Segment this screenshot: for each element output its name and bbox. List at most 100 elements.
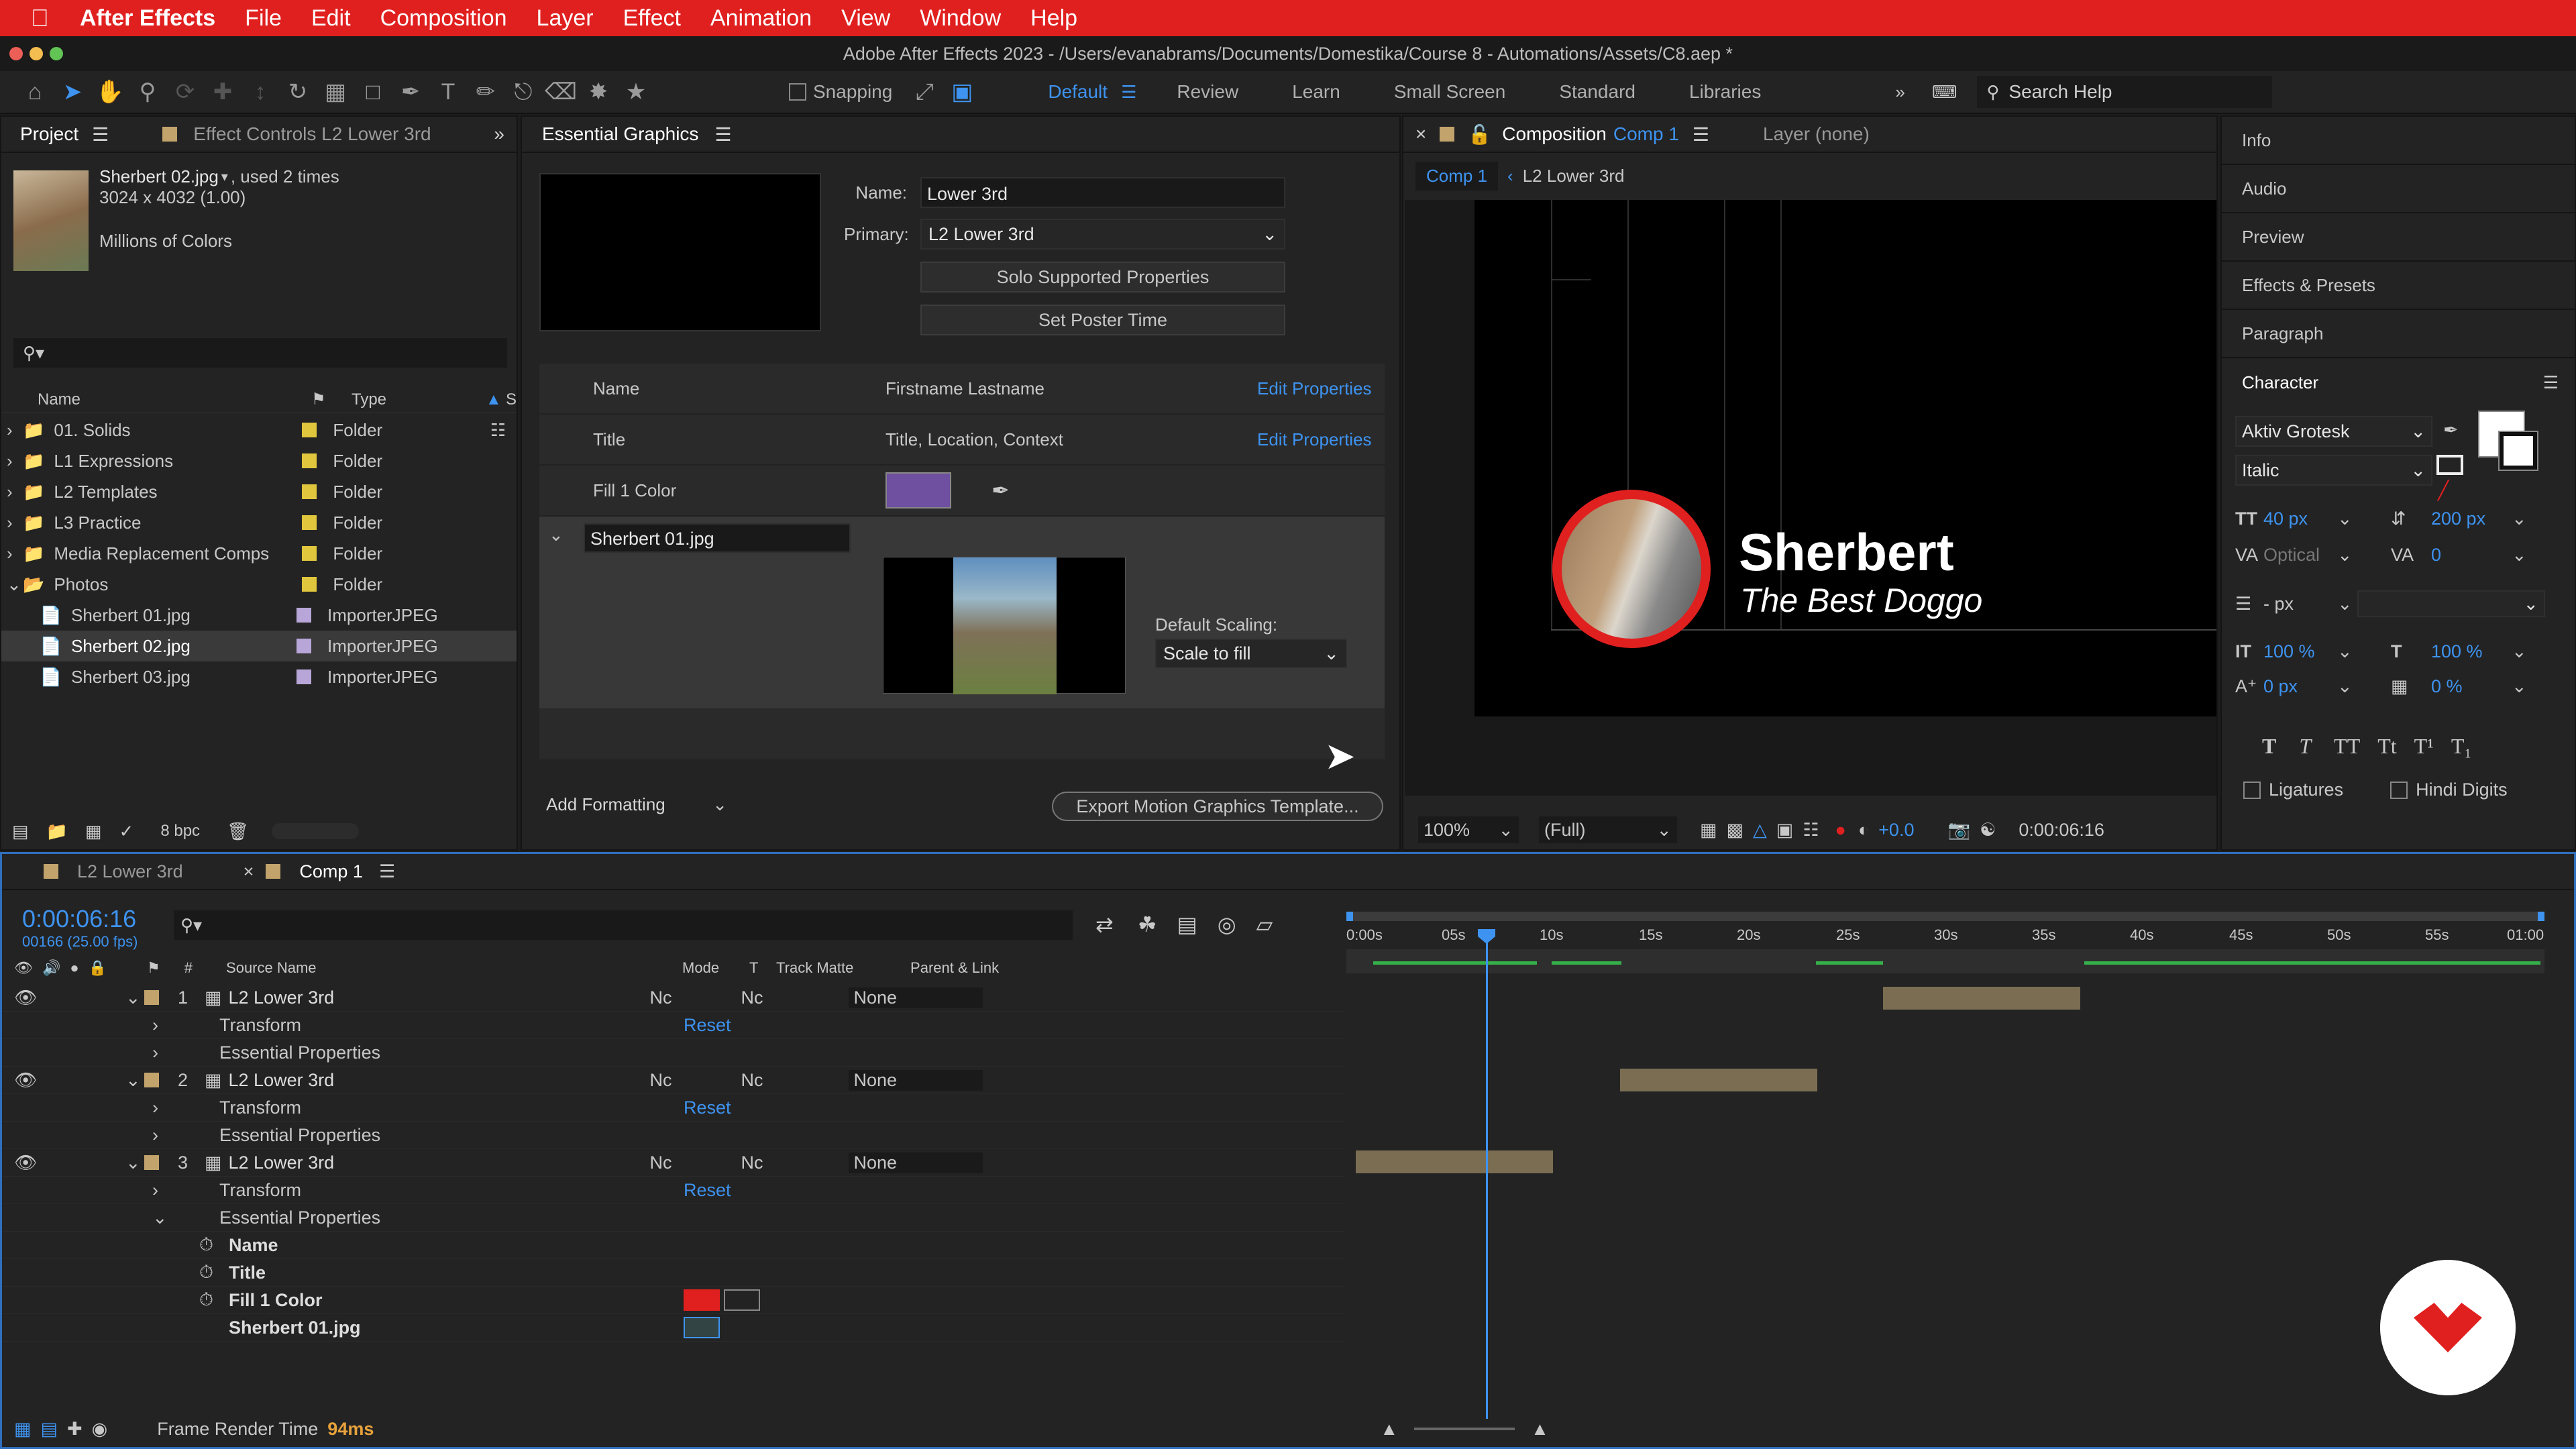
layer-bar[interactable]	[1620, 1069, 1817, 1091]
chevron-down-icon[interactable]: ⌄	[152, 1208, 219, 1228]
app-menu[interactable]: After Effects	[80, 5, 215, 32]
superscript-button[interactable]: T¹	[2414, 734, 2434, 759]
list-item[interactable]: › 📁 L3 Practice Folder	[1, 507, 517, 538]
puppet-tool-icon[interactable]: ★	[617, 78, 655, 105]
stroke-style-select[interactable]: ⌄	[2357, 590, 2545, 617]
horizontal-scale-value[interactable]: 100 %	[2431, 641, 2512, 662]
project-scrollbar[interactable]	[272, 823, 360, 839]
table-row[interactable]: › Essential Properties	[2, 1039, 1344, 1067]
layer-parent-select[interactable]: None	[848, 1152, 983, 1173]
timeline-zoom-slider[interactable]	[1414, 1428, 1515, 1430]
snapping-checkbox[interactable]	[789, 83, 806, 101]
list-item[interactable]: ⌄ 📂 Photos Folder	[1, 569, 517, 600]
info-panel-header[interactable]: Info	[2222, 117, 2575, 165]
tab-project[interactable]: Project	[20, 123, 78, 145]
eyedropper-icon[interactable]	[724, 1289, 760, 1311]
pan-behind-tool-icon[interactable]: ▦	[317, 78, 354, 105]
chevron-right-icon[interactable]: ›	[7, 543, 23, 564]
chevron-down-icon[interactable]: ⌄	[2512, 676, 2527, 697]
composition-tab-name[interactable]: Comp 1	[1613, 123, 1679, 145]
chevron-down-icon[interactable]: ⌄	[2337, 508, 2391, 529]
hand-tool-icon[interactable]: ✋	[91, 78, 129, 105]
transparency-grid-icon[interactable]: ▩	[1727, 820, 1744, 841]
chevron-down-icon[interactable]: ▾	[221, 168, 228, 185]
add-formatting-select[interactable]: Add Formatting ⌄	[539, 789, 734, 820]
adjust-settings-icon[interactable]: ✓	[119, 821, 134, 842]
label-color-swatch[interactable]	[297, 608, 311, 623]
transform-group[interactable]: Transform	[219, 1180, 684, 1201]
tracking-value[interactable]: 0	[2431, 545, 2512, 566]
project-panel-menu-icon[interactable]: ☰	[92, 123, 109, 146]
layer-mode-select[interactable]: Nc	[650, 1152, 741, 1173]
layer-name[interactable]: L2 Lower 3rd	[229, 1152, 650, 1173]
template-name-input[interactable]: Lower 3rd	[920, 177, 1285, 208]
list-item[interactable]: 📄 Sherbert 03.jpg ImporterJPEG	[1, 661, 517, 692]
tab-layer[interactable]: Layer (none)	[1763, 123, 1870, 145]
workspace-review[interactable]: Review	[1177, 81, 1238, 103]
default-scaling-select[interactable]: Scale to fill ⌄	[1155, 639, 1347, 668]
lock-icon[interactable]: 🔓	[1468, 123, 1491, 146]
essential-property-fill-color[interactable]: Fill 1 Color	[229, 1290, 684, 1311]
clone-stamp-tool-icon[interactable]: ⎋	[504, 79, 542, 105]
audio-panel-header[interactable]: Audio	[2222, 165, 2575, 213]
stopwatch-icon[interactable]: ⏱	[199, 1289, 229, 1311]
label-color-swatch[interactable]	[302, 484, 317, 499]
column-name[interactable]: Name	[38, 390, 311, 409]
workspace-learn[interactable]: Learn	[1292, 81, 1340, 103]
breadcrumb-l2-lower-3rd[interactable]: L2 Lower 3rd	[1523, 166, 1625, 186]
layer-bar[interactable]	[1883, 987, 2080, 1010]
show-channel-icon[interactable]: ●	[1835, 820, 1846, 841]
tsume-value[interactable]: 0 %	[2431, 676, 2512, 697]
reset-link[interactable]: Reset	[684, 1015, 731, 1036]
new-composition-icon[interactable]: ▦	[85, 821, 102, 842]
interpret-footage-icon[interactable]: ▤	[12, 821, 29, 842]
transform-group[interactable]: Transform	[219, 1015, 684, 1036]
chevron-right-icon[interactable]: ›	[7, 420, 23, 441]
visibility-eye-icon[interactable]: 👁	[14, 1069, 125, 1091]
essential-properties-group[interactable]: Essential Properties	[219, 1042, 380, 1063]
character-panel-header[interactable]: Character ☰	[2222, 358, 2575, 407]
essential-graphics-menu-icon[interactable]: ☰	[714, 123, 731, 146]
workspace-standard[interactable]: Standard	[1559, 81, 1635, 103]
column-source-name[interactable]: Source Name	[226, 959, 682, 977]
menu-file[interactable]: File	[245, 5, 282, 32]
region-of-interest-icon[interactable]: ▣	[1776, 820, 1794, 841]
media-thumbnail-icon[interactable]	[684, 1317, 720, 1338]
in-out-icon[interactable]: ✚	[67, 1419, 83, 1440]
window-layout-icon[interactable]: ⌨	[1932, 82, 1957, 103]
table-row[interactable]: ⏱ Name	[2, 1232, 1344, 1259]
menu-help[interactable]: Help	[1030, 5, 1077, 32]
layer-bar[interactable]	[1356, 1150, 1553, 1173]
layer-mode-select[interactable]: Nc	[650, 1070, 741, 1091]
table-row[interactable]: Sherbert 01.jpg	[2, 1314, 1344, 1342]
exposure-value[interactable]: +0.0	[1878, 820, 1914, 841]
layer-track-matte-select[interactable]: Nc	[741, 987, 849, 1008]
font-family-select[interactable]: Aktiv Grotesk ⌄	[2235, 416, 2432, 447]
viewer-timecode[interactable]: 0:00:06:16	[2019, 820, 2104, 841]
delete-icon[interactable]: 🗑	[227, 821, 249, 842]
search-help-field[interactable]: ⚲ Search Help	[1977, 76, 2273, 108]
composition-canvas[interactable]: Sherbert The Best Doggo	[1474, 200, 2216, 716]
set-poster-time-button[interactable]: Set Poster Time	[920, 305, 1285, 335]
orbit-tool-icon[interactable]: ⟳	[166, 78, 204, 105]
chevron-down-icon[interactable]: ⌄	[2512, 508, 2527, 529]
menu-window[interactable]: Window	[920, 5, 1001, 32]
zoom-in-icon[interactable]: ▲	[1531, 1419, 1549, 1440]
leading-value[interactable]: 200 px	[2431, 508, 2512, 529]
list-item[interactable]: › 📁 L1 Expressions Folder	[1, 445, 517, 476]
selection-tool-icon[interactable]: ➤	[54, 78, 91, 105]
eraser-tool-icon[interactable]: ⌫	[542, 78, 580, 105]
bit-depth-button[interactable]: 8 bpc	[160, 822, 200, 841]
font-style-select[interactable]: Italic ⌄	[2235, 455, 2432, 486]
column-parent-link[interactable]: Parent & Link	[910, 959, 999, 977]
table-row[interactable]: 👁 ⌄ 2 ▦ L2 Lower 3rd Nc Nc None	[2, 1067, 1344, 1094]
zoom-select[interactable]: 100% ⌄	[1418, 816, 1519, 843]
list-item[interactable]: › 📁 01. Solids Folder ☷	[1, 415, 517, 445]
baseline-shift-value[interactable]: 0 px	[2263, 676, 2337, 697]
label-color-swatch[interactable]	[297, 639, 311, 653]
layer-switches-icon[interactable]: ▦	[14, 1419, 32, 1440]
table-row[interactable]: › Transform Reset	[2, 1094, 1344, 1122]
close-window-button[interactable]	[9, 47, 23, 60]
label-color-swatch[interactable]	[302, 515, 317, 530]
timeline-search-input[interactable]: ⚲▾	[174, 910, 1073, 940]
